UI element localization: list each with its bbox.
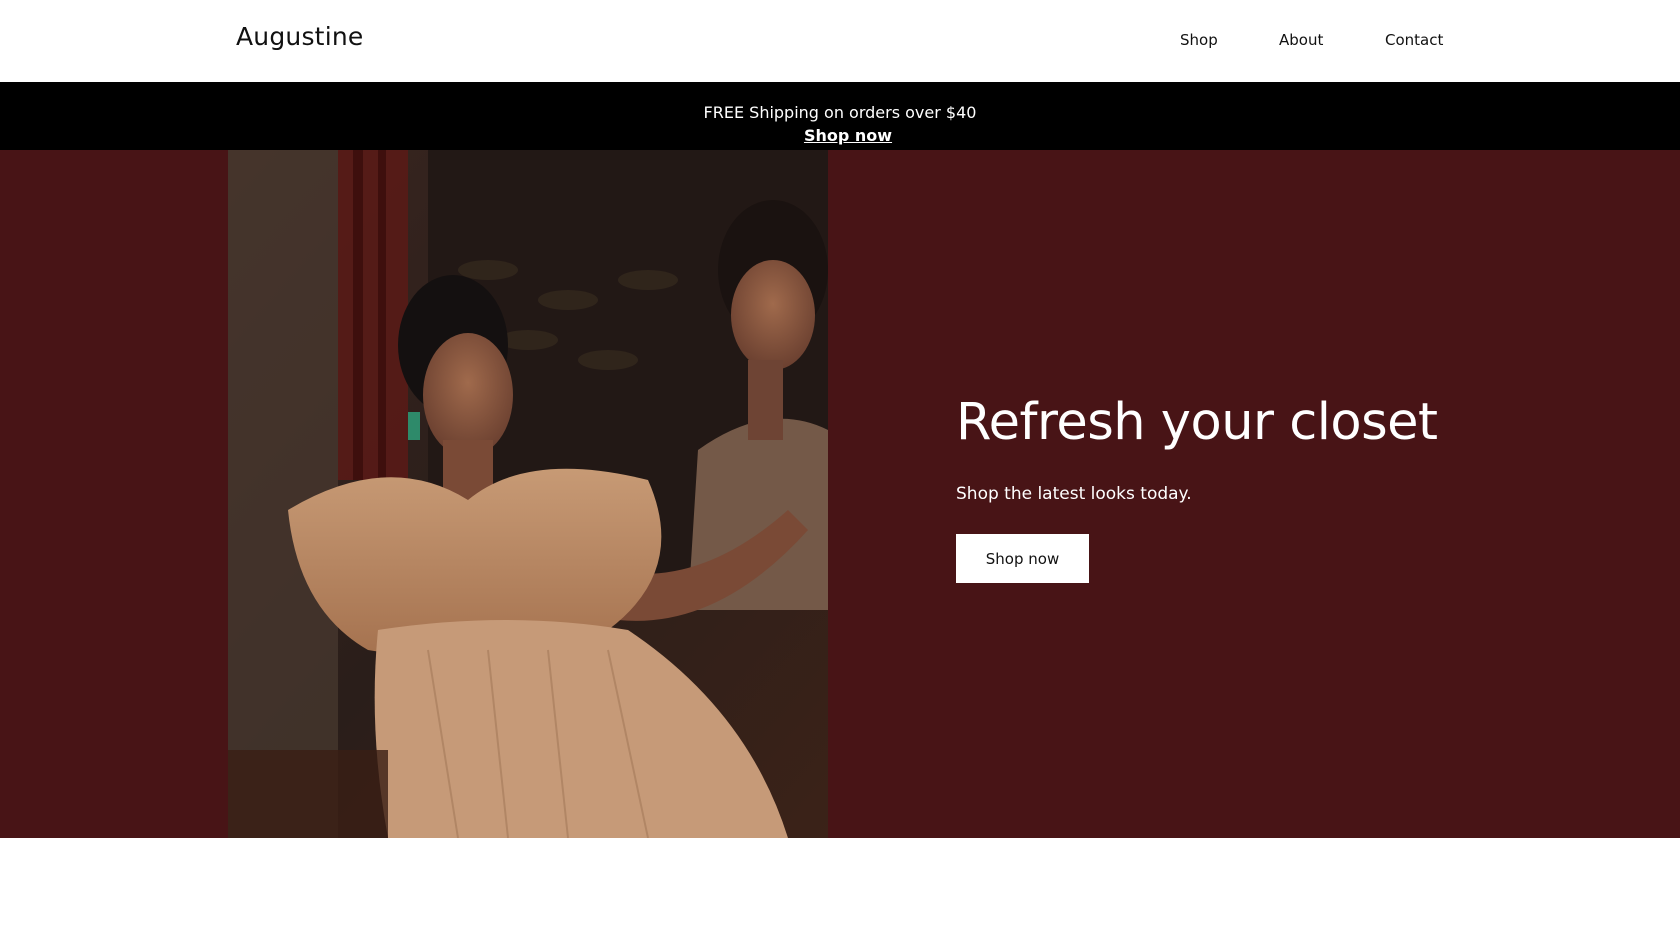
site-header: Augustine Shop About Contact: [0, 0, 1680, 82]
hero-section: Refresh your closet Shop the latest look…: [0, 150, 1680, 838]
promo-shop-now-link[interactable]: Shop now: [0, 126, 1680, 145]
hero-subtitle: Shop the latest looks today.: [956, 484, 1192, 504]
nav-contact[interactable]: Contact: [1385, 31, 1443, 49]
hero-image: [228, 150, 828, 838]
nav-about[interactable]: About: [1279, 31, 1323, 49]
hero-title: Refresh your closet: [956, 393, 1438, 452]
site-logo[interactable]: Augustine: [236, 22, 363, 51]
promo-text: FREE Shipping on orders over $40: [703, 103, 977, 122]
nav-shop[interactable]: Shop: [1180, 31, 1218, 49]
promo-banner: FREE Shipping on orders over $40 Shop no…: [0, 82, 1680, 150]
hero-shop-now-button[interactable]: Shop now: [956, 534, 1089, 583]
